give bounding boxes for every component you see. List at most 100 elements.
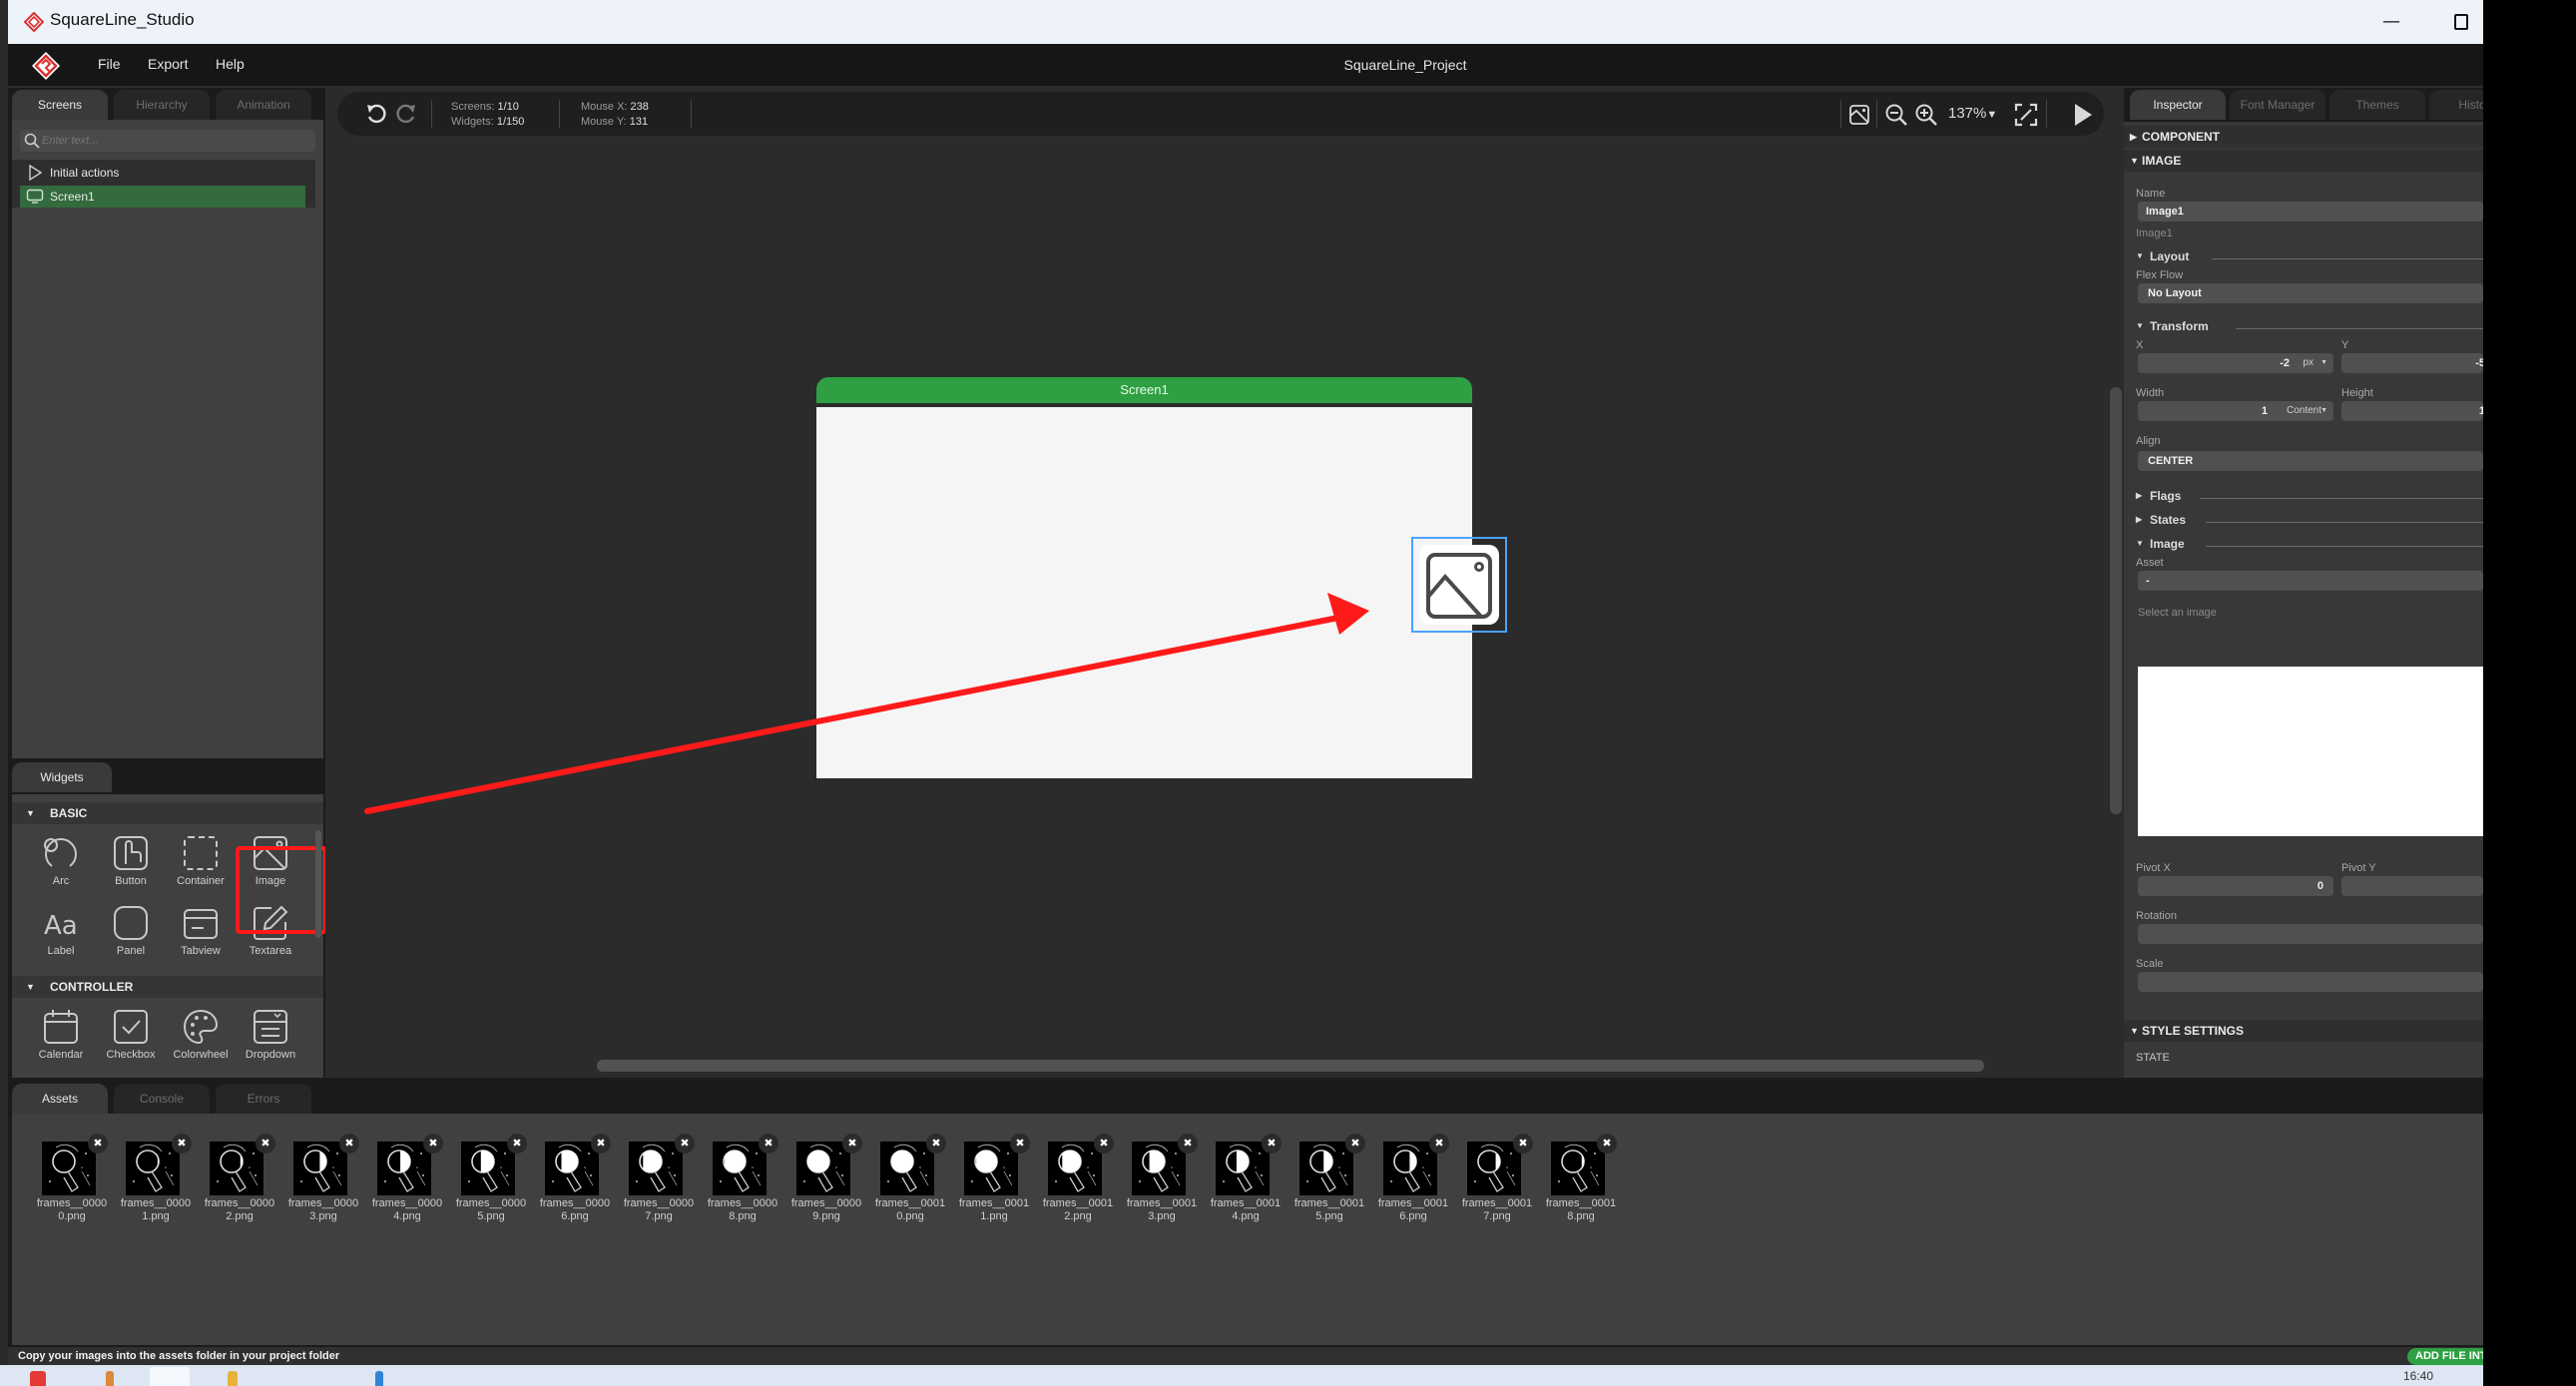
remove-asset-icon[interactable]: ✖ [926, 1134, 946, 1154]
pivot-y-input[interactable] [2341, 876, 2483, 896]
align-select[interactable]: CENTER [2138, 451, 2483, 471]
remove-asset-icon[interactable]: ✖ [1513, 1134, 1533, 1154]
remove-asset-icon[interactable]: ✖ [1262, 1134, 1282, 1154]
asset-tile[interactable]: ✖ frames__0000 2.png [198, 1134, 281, 1229]
menu-file[interactable]: File [98, 56, 121, 72]
screens-search-input[interactable] [42, 130, 311, 152]
widget-checkbox[interactable]: Checkbox [96, 1004, 166, 1070]
screen-preview[interactable] [816, 407, 1507, 778]
widgets-scrollbar[interactable] [315, 830, 321, 938]
widget-tabview[interactable]: Tabview [166, 900, 236, 966]
scale-input[interactable] [2138, 972, 2483, 992]
tab-font-manager[interactable]: Font Manager [2230, 90, 2325, 120]
rotation-input[interactable] [2138, 924, 2483, 944]
tab-hierarchy[interactable]: Hierarchy [114, 90, 210, 120]
zoom-in-icon[interactable] [1914, 103, 1938, 127]
section-basic-header[interactable]: ▼ BASIC [12, 802, 323, 824]
component-section-header[interactable]: ▶ COMPONENT [2124, 126, 2483, 148]
remove-asset-icon[interactable]: ✖ [172, 1134, 192, 1154]
asset-tile[interactable]: ✖ frames__0000 5.png [449, 1134, 533, 1229]
image-section-header[interactable]: ▼ IMAGE [2124, 150, 2483, 172]
tab-themes[interactable]: Themes [2329, 90, 2425, 120]
widget-calendar[interactable]: Calendar [26, 1004, 96, 1070]
flex-flow-select[interactable]: No Layout [2138, 283, 2483, 303]
style-settings-header[interactable]: ▼ STYLE SETTINGS [2124, 1020, 2483, 1042]
tab-widgets[interactable]: Widgets [12, 762, 112, 792]
asset-tile[interactable]: ✖ frames__0001 6.png [1371, 1134, 1455, 1229]
tab-errors[interactable]: Errors [216, 1084, 311, 1114]
squareline-logo-icon[interactable] [30, 50, 62, 82]
asset-tile[interactable]: ✖ frames__0000 3.png [281, 1134, 365, 1229]
remove-asset-icon[interactable]: ✖ [1429, 1134, 1449, 1154]
flags-subsection[interactable]: ▶ Flags [2136, 489, 2483, 507]
remove-asset-icon[interactable]: ✖ [423, 1134, 443, 1154]
taskbar-app-icon-active[interactable] [150, 1367, 190, 1386]
remove-asset-icon[interactable]: ✖ [675, 1134, 695, 1154]
tab-screens[interactable]: Screens [12, 90, 108, 120]
remove-asset-icon[interactable]: ✖ [256, 1134, 275, 1154]
remove-asset-icon[interactable]: ✖ [591, 1134, 611, 1154]
image-subsection[interactable]: ▼ Image [2136, 537, 2483, 555]
remove-asset-icon[interactable]: ✖ [1094, 1134, 1114, 1154]
unit-dropdown-icon[interactable]: ▼ [2320, 401, 2327, 421]
transform-subsection[interactable]: ▼ Transform [2136, 319, 2483, 337]
widget-label-widget[interactable]: Aa Label [26, 900, 96, 966]
remove-asset-icon[interactable]: ✖ [1597, 1134, 1617, 1154]
canvas-vertical-scrollbar[interactable] [2110, 387, 2122, 814]
zoom-out-icon[interactable] [1884, 103, 1908, 127]
asset-tile[interactable]: ✖ frames__0001 8.png [1539, 1134, 1623, 1229]
widget-image[interactable]: Image [236, 830, 305, 896]
screen-title-bar[interactable]: Screen1 [816, 377, 1472, 403]
menu-export[interactable]: Export [148, 56, 188, 72]
widget-panel[interactable]: Panel [96, 900, 166, 966]
asset-tile[interactable]: ✖ frames__0000 8.png [701, 1134, 784, 1229]
play-icon[interactable] [2072, 102, 2094, 128]
widget-container[interactable]: Container [166, 830, 236, 896]
height-input[interactable]: 1 [2341, 401, 2483, 421]
asset-tile[interactable]: ✖ frames__0000 7.png [617, 1134, 701, 1229]
widget-button[interactable]: Button [96, 830, 166, 896]
asset-tile[interactable]: ✖ frames__0000 1.png [114, 1134, 198, 1229]
name-input[interactable]: Image1 [2138, 202, 2483, 222]
asset-tile[interactable]: ✖ frames__0000 9.png [784, 1134, 868, 1229]
menu-help[interactable]: Help [216, 56, 245, 72]
widget-colorwheel[interactable]: Colorwheel [166, 1004, 236, 1070]
asset-tile[interactable]: ✖ frames__0000 4.png [365, 1134, 449, 1229]
widget-dropdown[interactable]: Dropdown [236, 1004, 305, 1070]
asset-tile[interactable]: ✖ frames__0001 5.png [1288, 1134, 1371, 1229]
taskbar-app-icon[interactable] [30, 1371, 46, 1386]
minimize-button[interactable]: — [2371, 8, 2411, 36]
asset-tile[interactable]: ✖ frames__0000 6.png [533, 1134, 617, 1229]
asset-tile[interactable]: ✖ frames__0001 0.png [868, 1134, 952, 1229]
list-item-screen1[interactable]: Screen1 [20, 186, 305, 208]
background-image-icon[interactable] [1848, 104, 1870, 126]
taskbar-app-icon[interactable] [375, 1371, 383, 1386]
asset-tile[interactable]: ✖ frames__0000 0.png [30, 1134, 114, 1229]
asset-tile[interactable]: ✖ frames__0001 3.png [1120, 1134, 1204, 1229]
asset-tile[interactable]: ✖ frames__0001 4.png [1204, 1134, 1288, 1229]
remove-asset-icon[interactable]: ✖ [507, 1134, 527, 1154]
remove-asset-icon[interactable]: ✖ [842, 1134, 862, 1154]
zoom-level-dropdown[interactable]: 137%▼ [1948, 105, 1997, 122]
canvas-horizontal-scrollbar[interactable] [597, 1060, 1984, 1072]
screens-search-box[interactable] [20, 130, 315, 152]
tab-assets[interactable]: Assets [12, 1084, 108, 1114]
layout-subsection[interactable]: ▼ Layout [2136, 249, 2483, 267]
add-file-into-assets-button[interactable]: ADD FILE INTO ASSETS [2407, 1348, 2483, 1365]
x-input[interactable]: -2 px ▼ [2138, 353, 2333, 373]
remove-asset-icon[interactable]: ✖ [88, 1134, 108, 1154]
states-subsection[interactable]: ▶ States [2136, 513, 2483, 531]
canvas-area[interactable]: Screens: 1/10 Widgets: 1/150 Mouse X: 23… [325, 88, 2124, 1078]
unit-dropdown-icon[interactable]: ▼ [2320, 353, 2327, 373]
width-input[interactable]: 1 Content ▼ [2138, 401, 2333, 421]
remove-asset-icon[interactable]: ✖ [1178, 1134, 1198, 1154]
taskbar-app-icon[interactable] [106, 1371, 114, 1386]
tab-history[interactable]: History [2429, 90, 2483, 120]
tab-console[interactable]: Console [114, 1084, 210, 1114]
image-widget-selected[interactable] [1411, 537, 1507, 633]
y-input[interactable]: -5 [2341, 353, 2483, 373]
asset-select[interactable]: - [2138, 571, 2483, 591]
asset-tile[interactable]: ✖ frames__0001 2.png [1036, 1134, 1120, 1229]
fit-to-screen-icon[interactable] [2014, 103, 2038, 127]
asset-tile[interactable]: ✖ frames__0001 7.png [1455, 1134, 1539, 1229]
